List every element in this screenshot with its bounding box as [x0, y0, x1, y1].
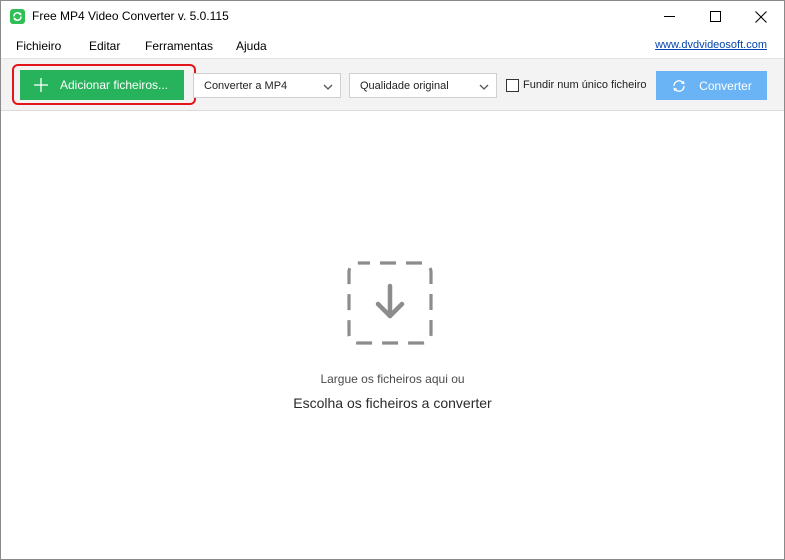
title-bar[interactable]: Free MP4 Video Converter v. 5.0.115 — [1, 1, 784, 32]
output-format-value: Converter a MP4 — [204, 79, 288, 92]
menu-editar[interactable]: Editar — [89, 39, 120, 53]
menu-bar: Fichieiro Editar Ferramentas Ajuda www.d… — [1, 32, 784, 58]
window-title: Free MP4 Video Converter v. 5.0.115 — [32, 9, 229, 23]
menu-fichieiro[interactable]: Fichieiro — [16, 39, 61, 53]
drop-files-icon[interactable] — [347, 261, 433, 345]
minimize-button[interactable] — [646, 1, 692, 32]
app-logo-icon — [10, 9, 25, 24]
sync-icon — [671, 78, 687, 94]
drop-hint-text: Largue os ficheiros aqui ou — [320, 372, 465, 386]
quality-select[interactable]: Qualidade original — [349, 73, 497, 98]
convert-label: Converter — [699, 78, 752, 93]
choose-files-link[interactable]: Escolha os ficheiros a converter — [1, 395, 784, 411]
merge-checkbox[interactable] — [506, 79, 519, 92]
chevron-down-icon — [323, 82, 333, 94]
menu-ferramentas[interactable]: Ferramentas — [145, 39, 213, 53]
close-icon — [755, 10, 767, 23]
maximize-icon — [709, 11, 721, 22]
minimize-icon — [663, 16, 675, 17]
output-format-select[interactable]: Converter a MP4 — [193, 73, 341, 98]
add-files-label: Adicionar ficheiros... — [60, 78, 169, 92]
quality-value: Qualidade original — [360, 79, 449, 92]
app-window: Free MP4 Video Converter v. 5.0.115 Fich… — [0, 0, 785, 560]
plus-icon — [34, 78, 48, 92]
add-files-button[interactable]: Adicionar ficheiros... — [20, 70, 184, 100]
chevron-down-icon — [479, 82, 489, 94]
maximize-button[interactable] — [692, 1, 738, 32]
website-link[interactable]: www.dvdvideosoft.com — [655, 39, 767, 51]
close-button[interactable] — [738, 1, 784, 32]
merge-label[interactable]: Fundir num único ficheiro — [523, 79, 647, 91]
convert-button[interactable]: Converter — [656, 71, 767, 100]
menu-ajuda[interactable]: Ajuda — [236, 39, 267, 53]
